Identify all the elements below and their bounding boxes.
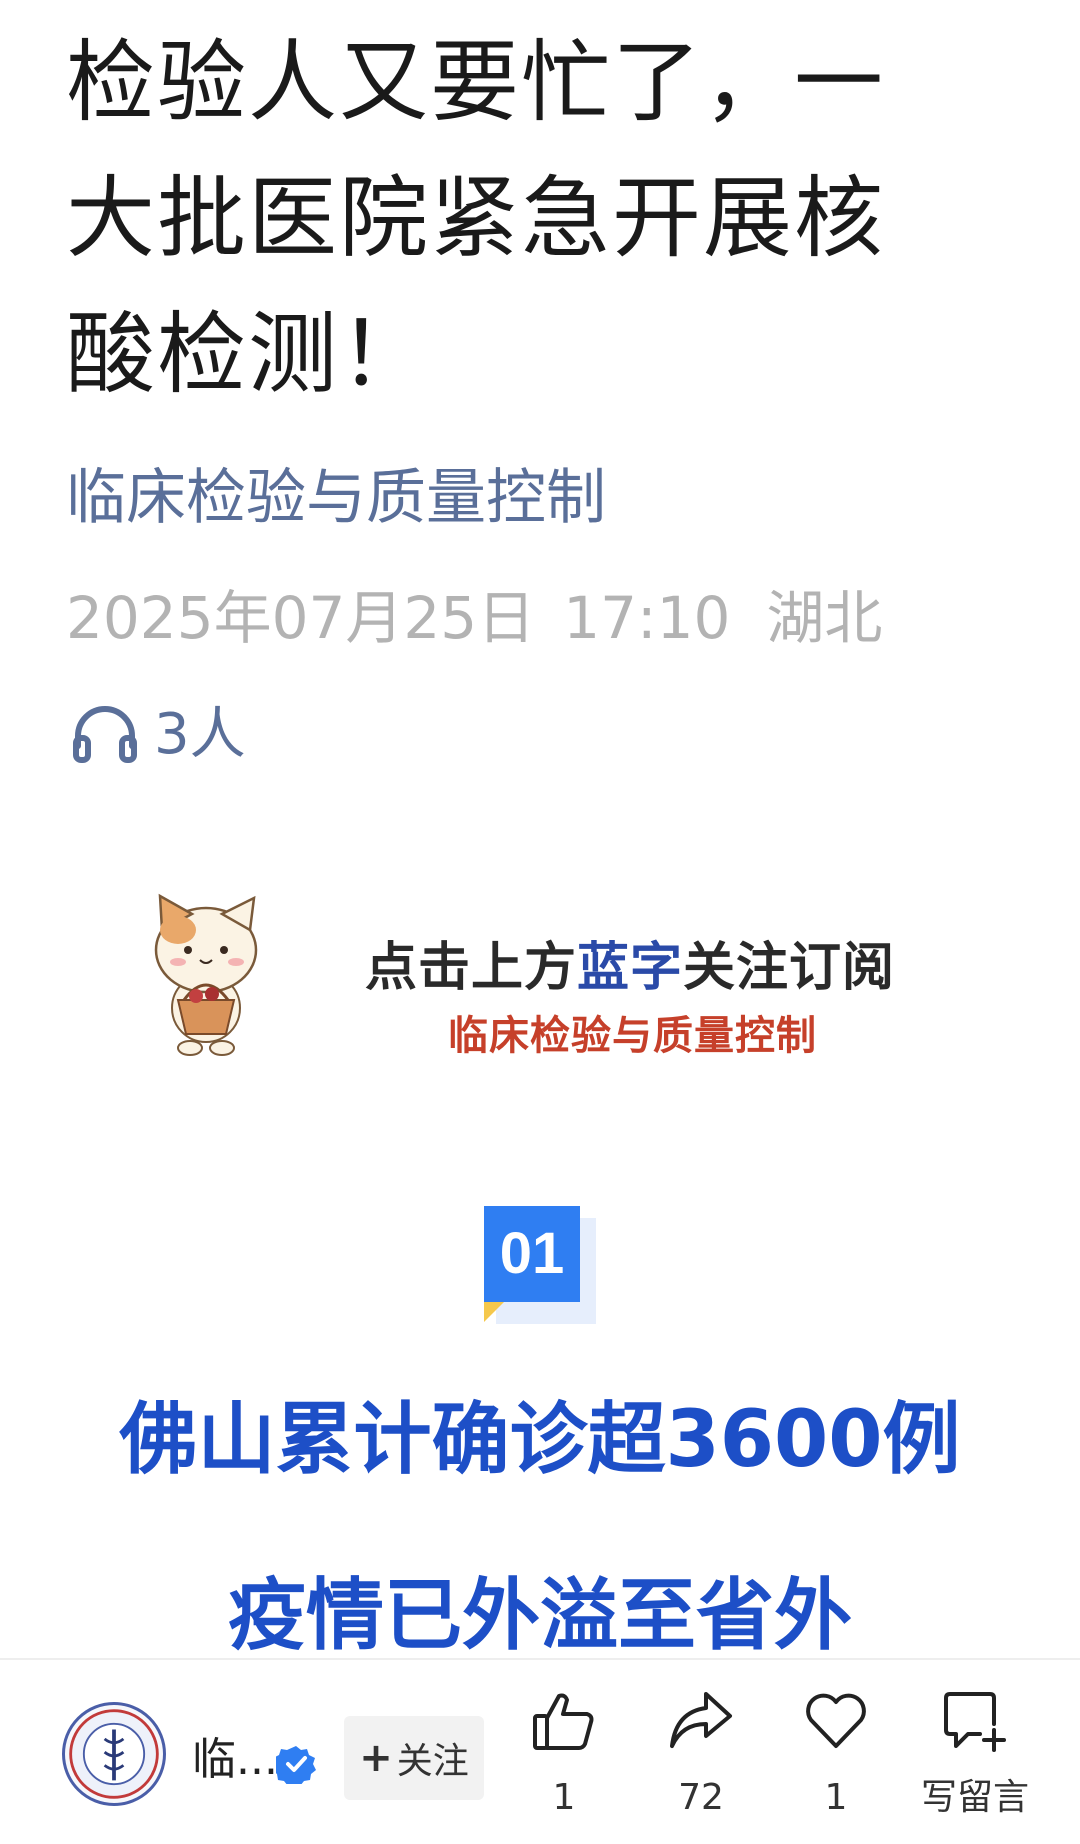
comment-add-icon [915, 1688, 1035, 1754]
publish-info: 2025年07月25日 17:10 湖北 [66, 578, 882, 658]
publish-location: 湖北 [766, 584, 883, 652]
headphones-icon [70, 702, 140, 768]
like-count: 1 [552, 1777, 576, 1818]
share-button[interactable]: 72 [641, 1688, 761, 1820]
heart-icon [776, 1688, 896, 1754]
follow-button[interactable]: + 关注 [344, 1716, 484, 1800]
favorite-button[interactable]: 1 [776, 1688, 896, 1820]
follow-banner[interactable]: 点击上方蓝字关注订阅 临床检验与质量控制 [150, 890, 950, 1070]
article-title: 检验人又要忙了，一 大批医院紧急开展核 酸检测！ [66, 14, 966, 422]
listener-count: 3人 [154, 702, 246, 767]
follow-label: 关注 [396, 1741, 469, 1782]
title-line-3: 酸检测！ [66, 302, 430, 406]
write-comment-button[interactable]: 写留言 [915, 1688, 1035, 1820]
banner-follow-text: 点击上方蓝字关注订阅 [365, 938, 896, 998]
write-comment-label: 写留言 [920, 1777, 1029, 1818]
favorite-count: 1 [824, 1777, 848, 1818]
thumbs-up-icon [504, 1688, 624, 1754]
bottom-action-bar: 临... + 关注 1 72 1 写留言 [0, 1658, 1080, 1844]
banner-blue-text: 蓝字 [577, 938, 684, 998]
account-short-name[interactable]: 临... [192, 1732, 278, 1788]
banner-account-name: 临床检验与质量控制 [448, 1013, 817, 1059]
share-arrow-icon [641, 1688, 761, 1754]
section-number-badge: 01 [484, 1206, 596, 1324]
account-avatar[interactable] [62, 1702, 166, 1806]
publish-time: 17:10 [563, 584, 731, 652]
section-headline-2: 疫情已外溢至省外 [227, 1571, 852, 1661]
cat-illustration [150, 890, 270, 1060]
share-count: 72 [678, 1777, 724, 1818]
section-number: 01 [484, 1206, 580, 1302]
listen-button[interactable]: 3人 [70, 700, 246, 770]
title-line-1: 检验人又要忙了，一 [66, 30, 885, 134]
section-headline-1: 佛山累计确诊超3600例 [119, 1395, 961, 1485]
plus-icon: + [359, 1735, 393, 1781]
verified-badge-icon [272, 1744, 316, 1786]
title-line-2: 大批医院紧急开展核 [66, 166, 885, 270]
publish-date: 2025年07月25日 [66, 584, 536, 652]
like-button[interactable]: 1 [504, 1688, 624, 1820]
account-name-link[interactable]: 临床检验与质量控制 [66, 458, 606, 538]
